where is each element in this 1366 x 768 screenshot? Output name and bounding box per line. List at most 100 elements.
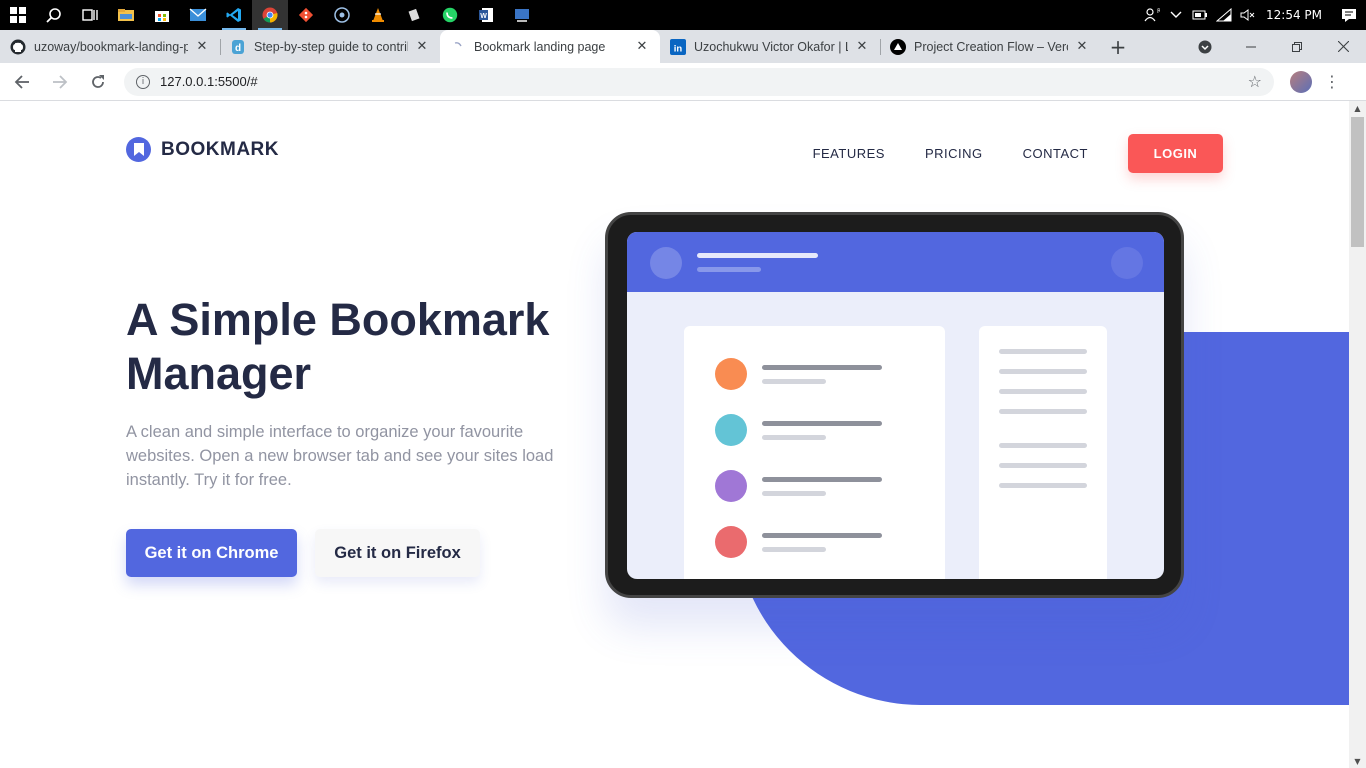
linkedin-icon: in: [670, 38, 686, 55]
forward-button[interactable]: [44, 66, 76, 98]
browser-tab[interactable]: d Step-by-step guide to contributing ✕: [220, 30, 440, 63]
brand-name: BOOKMARK: [161, 138, 279, 160]
list-item-line-short: [762, 547, 826, 552]
address-bar[interactable]: i 127.0.0.1:5500/# ☆: [124, 67, 1274, 96]
list-item-dot: [715, 358, 747, 390]
tab-title: Bookmark landing page: [474, 39, 606, 54]
reload-button[interactable]: [82, 66, 114, 98]
close-tab-icon[interactable]: ✕: [1074, 39, 1090, 55]
close-tab-icon[interactable]: ✕: [634, 39, 650, 55]
svg-text:R: R: [1157, 8, 1160, 15]
search-icon[interactable]: [36, 0, 72, 30]
close-tab-icon[interactable]: ✕: [854, 39, 870, 55]
github-icon: [10, 39, 26, 55]
browser-toolbar: i 127.0.0.1:5500/# ☆ ⋮: [0, 63, 1366, 101]
scrollbar-thumb[interactable]: [1351, 117, 1364, 247]
browser-tab[interactable]: uzoway/bookmark-landing-page ✕: [0, 30, 220, 63]
minimize-button[interactable]: [1228, 30, 1274, 63]
header-avatar-circle: [650, 247, 682, 279]
list-item-dot: [715, 470, 747, 502]
restore-button[interactable]: [1274, 30, 1320, 63]
app-circle-icon[interactable]: [324, 0, 360, 30]
browser-tab-strip: uzoway/bookmark-landing-page ✕ d Step-by…: [0, 30, 1366, 63]
nav-pricing-link[interactable]: PRICING: [925, 146, 983, 161]
side-line: [999, 463, 1087, 468]
profile-avatar[interactable]: [1290, 70, 1312, 93]
side-line: [999, 483, 1087, 488]
new-tab-button[interactable]: +: [1100, 30, 1136, 63]
list-item-line: [762, 365, 882, 370]
screen-header: [627, 232, 1164, 292]
scroll-up-arrow-icon[interactable]: ▲: [1349, 101, 1366, 115]
battery-icon[interactable]: [1188, 0, 1212, 30]
vercel-icon: [890, 38, 906, 55]
store-icon[interactable]: [144, 0, 180, 30]
app-diamond-icon[interactable]: [396, 0, 432, 30]
clock[interactable]: 12:54 PM: [1260, 8, 1332, 22]
list-item-dot: [715, 414, 747, 446]
list-item-line-short: [762, 491, 826, 496]
site-info-icon[interactable]: i: [136, 74, 150, 89]
site-logo[interactable]: BOOKMARK: [126, 137, 279, 162]
browser-tab[interactable]: in Uzochukwu Victor Okafor | LinkedIn ✕: [660, 30, 880, 63]
scroll-down-arrow-icon[interactable]: ▼: [1349, 754, 1366, 768]
side-line: [999, 389, 1087, 394]
vscode-icon[interactable]: [216, 0, 252, 30]
tab-title: Step-by-step guide to contributing: [254, 39, 408, 54]
back-button[interactable]: [6, 66, 38, 98]
side-line: [999, 409, 1087, 414]
side-panel-card: [979, 326, 1107, 579]
page-viewport: BOOKMARK FEATURES PRICING CONTACT LOGIN …: [0, 101, 1349, 768]
app-screen-icon[interactable]: [504, 0, 540, 30]
header-line-short: [697, 267, 761, 272]
list-item-line: [762, 533, 882, 538]
nav-features-link[interactable]: FEATURES: [813, 146, 885, 161]
bookmark-star-icon[interactable]: ☆: [1248, 72, 1262, 91]
whatsapp-icon[interactable]: [432, 0, 468, 30]
get-chrome-button[interactable]: Get it on Chrome: [126, 529, 297, 577]
mail-icon[interactable]: [180, 0, 216, 30]
svg-text:in: in: [674, 43, 683, 54]
get-firefox-button[interactable]: Get it on Firefox: [315, 529, 480, 577]
volume-muted-icon[interactable]: [1236, 0, 1260, 30]
browser-tab[interactable]: Project Creation Flow – Vercel ✕: [880, 30, 1100, 63]
header-menu-circle: [1111, 247, 1143, 279]
url-text[interactable]: 127.0.0.1:5500/#: [160, 74, 258, 89]
tab-title: Uzochukwu Victor Okafor | LinkedIn: [694, 39, 848, 54]
bookmark-logo-icon: [126, 137, 151, 162]
windows-start-icon[interactable]: [0, 0, 36, 30]
word-icon[interactable]: W: [468, 0, 504, 30]
chrome-menu-icon[interactable]: ⋮: [1324, 72, 1340, 91]
notifications-icon[interactable]: [1332, 0, 1366, 30]
header-line: [697, 253, 818, 258]
d-icon: d: [230, 39, 246, 55]
task-view-icon[interactable]: [72, 0, 108, 30]
hero-subtitle: A clean and simple interface to organize…: [126, 423, 554, 489]
tablet-illustration: [605, 212, 1184, 598]
login-button[interactable]: LOGIN: [1128, 134, 1223, 173]
list-item-line-short: [762, 435, 826, 440]
browser-tab-active[interactable]: Bookmark landing page ✕: [440, 30, 660, 63]
file-explorer-icon[interactable]: [108, 0, 144, 30]
nav-contact-link[interactable]: CONTACT: [1023, 146, 1088, 161]
close-tab-icon[interactable]: ✕: [194, 39, 210, 55]
tab-title: uzoway/bookmark-landing-page: [34, 39, 188, 54]
chevron-up-icon[interactable]: [1164, 0, 1188, 30]
bookmark-favicon: [450, 39, 466, 55]
people-icon[interactable]: R: [1140, 0, 1164, 30]
list-item-line: [762, 477, 882, 482]
tablet-screen: [627, 232, 1164, 579]
side-line: [999, 369, 1087, 374]
tab-search-icon[interactable]: [1182, 30, 1228, 63]
wifi-icon[interactable]: [1212, 0, 1236, 30]
close-window-button[interactable]: [1320, 30, 1366, 63]
chrome-icon[interactable]: [252, 0, 288, 30]
hero-title: A Simple Bookmark Manager: [126, 294, 550, 399]
bookmark-list-card: [684, 326, 945, 579]
svg-text:W: W: [480, 13, 487, 20]
close-tab-icon[interactable]: ✕: [414, 39, 430, 55]
svg-text:d: d: [235, 43, 241, 54]
vlc-icon[interactable]: [360, 0, 396, 30]
page-scrollbar[interactable]: ▲ ▼: [1349, 101, 1366, 768]
git-icon[interactable]: [288, 0, 324, 30]
